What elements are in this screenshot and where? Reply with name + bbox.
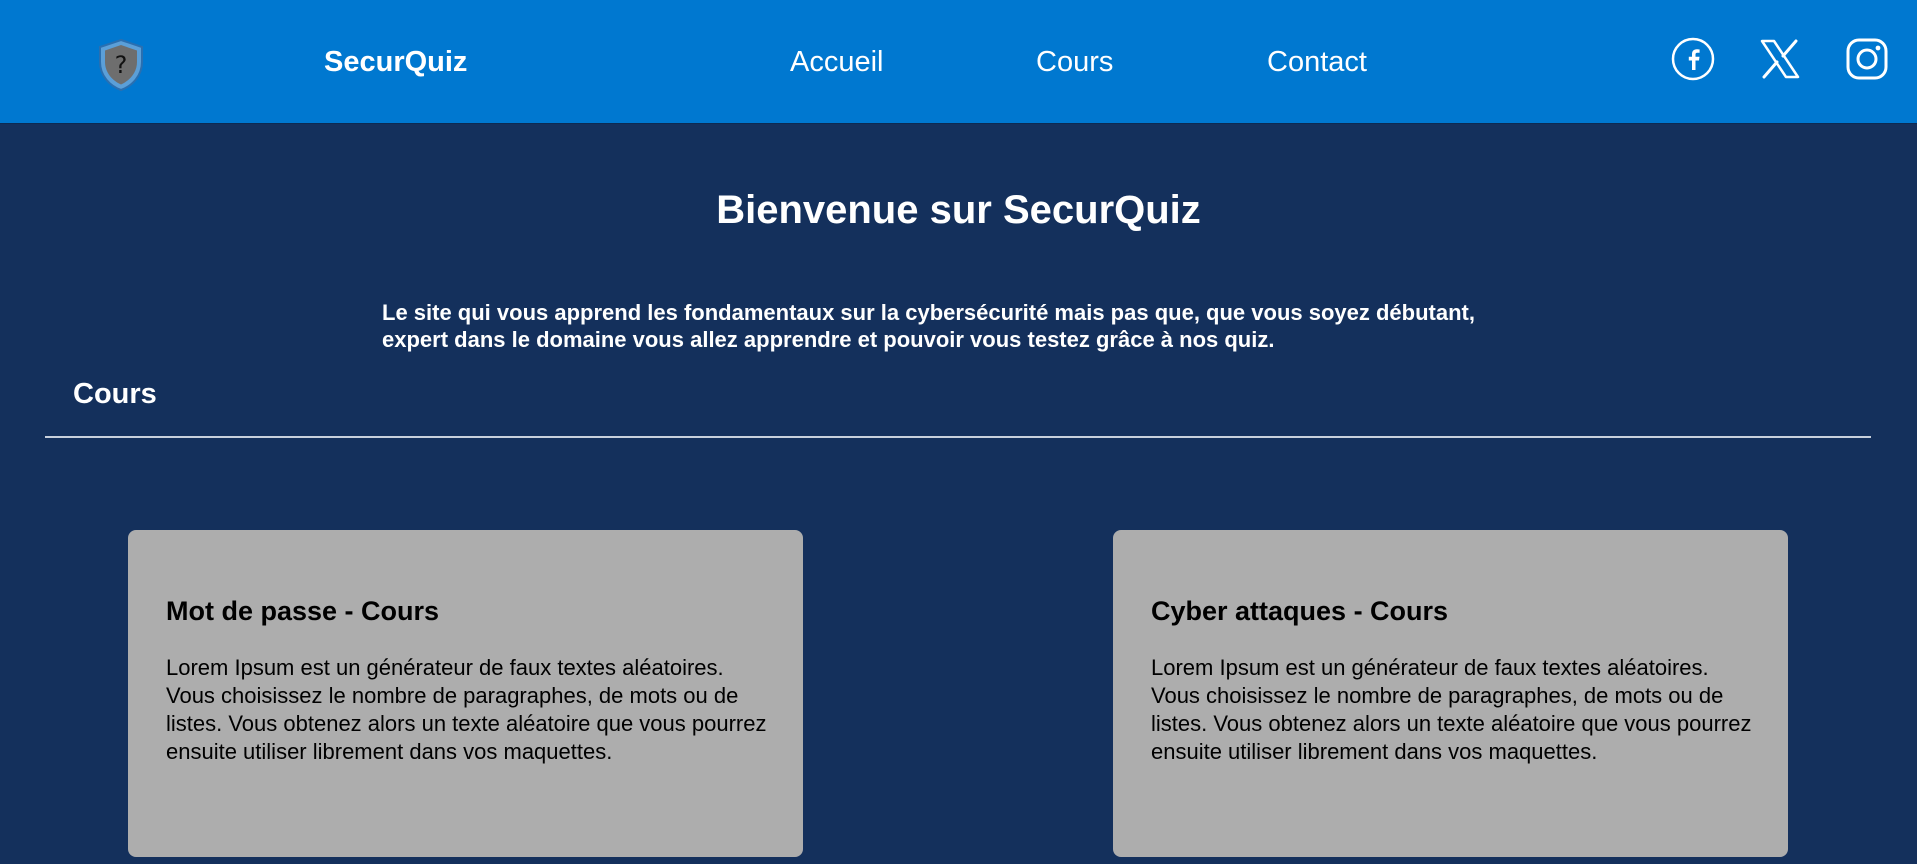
card-title: Mot de passe - Cours <box>166 596 440 626</box>
intro-text: Le site qui vous apprend les fondamentau… <box>382 300 1475 352</box>
nav-accueil[interactable]: Accueil <box>790 44 884 80</box>
x-icon[interactable] <box>1758 37 1802 81</box>
site-header: ? SecurQuiz Accueil Cours Contact <box>0 0 1917 124</box>
section-divider <box>45 436 1871 438</box>
nav-contact[interactable]: Contact <box>1267 44 1367 80</box>
card-title: Cyber attaques - Cours <box>1151 596 1449 626</box>
facebook-icon[interactable] <box>1671 37 1715 81</box>
instagram-icon[interactable] <box>1845 37 1889 81</box>
page-title: Bienvenue sur SecurQuiz <box>716 188 1201 232</box>
brand-name: SecurQuiz <box>324 46 468 78</box>
svg-text:?: ? <box>115 51 128 79</box>
course-card-mot-de-passe[interactable]: Mot de passe - Cours Lorem Ipsum est un … <box>128 530 803 857</box>
shield-question-icon[interactable]: ? <box>96 38 146 92</box>
course-card-cyber-attaques[interactable]: Cyber attaques - Cours Lorem Ipsum est u… <box>1113 530 1788 857</box>
section-title-cours: Cours <box>73 378 157 410</box>
card-text: Lorem Ipsum est un générateur de faux te… <box>166 655 767 764</box>
card-text: Lorem Ipsum est un générateur de faux te… <box>1151 655 1752 764</box>
nav-cours[interactable]: Cours <box>1036 44 1113 80</box>
